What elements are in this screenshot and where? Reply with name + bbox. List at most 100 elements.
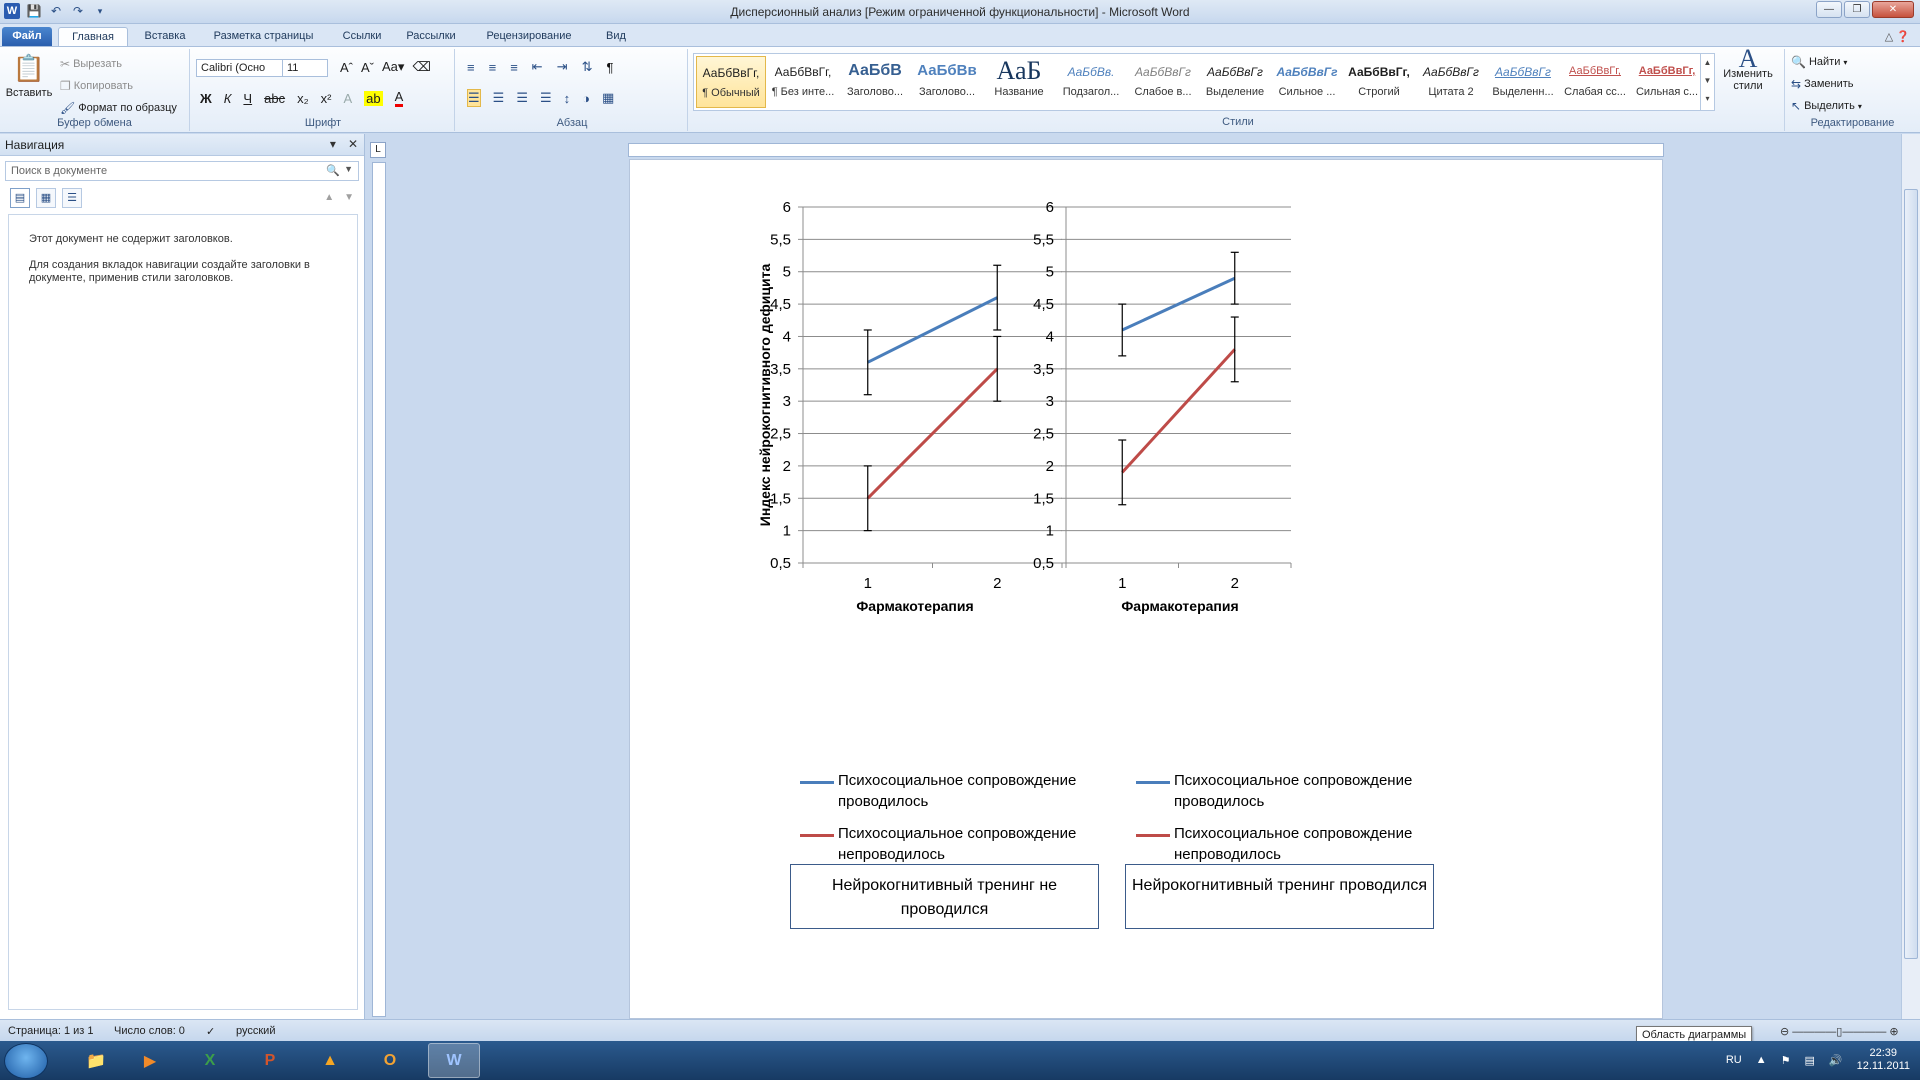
powerpoint-taskbar-icon[interactable]: P	[244, 1043, 296, 1078]
language-indicator[interactable]: русский	[236, 1025, 275, 1037]
results-view-icon[interactable]: ☰	[62, 188, 82, 208]
search-icon[interactable]: 🔍	[326, 164, 340, 177]
strikethrough-icon[interactable]: abc	[264, 91, 285, 106]
font-color-icon[interactable]: A	[394, 89, 404, 107]
subscript-icon[interactable]: x₂	[297, 91, 309, 106]
page-count[interactable]: Страница: 1 из 1	[8, 1025, 94, 1037]
language-bar[interactable]: RU	[1726, 1054, 1742, 1066]
change-styles-button[interactable]: A Изменить стили	[1720, 46, 1776, 93]
style-heading2[interactable]: АаБбВв Заголово...	[912, 56, 982, 108]
scroll-thumb[interactable]	[1904, 189, 1918, 959]
pane-close-icon[interactable]: ✕	[348, 137, 358, 151]
decrease-indent-icon[interactable]: ⇤	[532, 59, 543, 75]
align-right-icon[interactable]: ☰	[516, 90, 528, 106]
font-size-select[interactable]: 11	[282, 59, 328, 77]
app-taskbar-icon[interactable]: ▲	[304, 1043, 356, 1078]
prev-arrow-icon[interactable]: ▲	[324, 192, 334, 203]
explorer-taskbar-icon[interactable]: 📁	[70, 1043, 122, 1078]
volume-icon[interactable]: 🔊	[1829, 1054, 1843, 1067]
style-subtle-reference[interactable]: АаБбВвГг, Слабая сс...	[1560, 56, 1630, 108]
find-button[interactable]: 🔍 Найти ▾	[1791, 55, 1847, 69]
tab-home[interactable]: Главная	[58, 27, 128, 46]
document-page[interactable]: 0,5 1 1,5 2 2,5 3 3,5 4 4,5 5 5,5 6 1 2 Фармакотерапия…	[629, 159, 1663, 1019]
pane-menu-icon[interactable]: ▾	[330, 137, 336, 151]
grow-font-icon[interactable]: Aˆ	[340, 60, 353, 75]
zoom-slider[interactable]: ⊖ ————▯———— ⊕	[1780, 1025, 1899, 1038]
shading-icon[interactable]: ◑	[582, 91, 590, 106]
search-options-icon[interactable]: ▼	[344, 164, 353, 174]
multilevel-icon[interactable]: ≡	[510, 60, 518, 75]
superscript-icon[interactable]: x²	[321, 91, 332, 106]
tab-selector[interactable]: L	[370, 142, 386, 158]
increase-indent-icon[interactable]: ⇥	[557, 59, 568, 75]
help-icon[interactable]: △ ❓	[1885, 30, 1910, 43]
tab-file[interactable]: Файл	[2, 27, 52, 46]
style-normal[interactable]: АаБбВвГг, ¶ Обычный	[696, 56, 766, 108]
align-left-icon[interactable]: ☰	[467, 89, 481, 107]
tab-references[interactable]: Ссылки	[337, 27, 387, 46]
style-subtle-emphasis[interactable]: АаБбВвГг Слабое в...	[1128, 56, 1198, 108]
outlook-taskbar-icon[interactable]: O	[364, 1043, 416, 1078]
bullets-icon[interactable]: ≡	[467, 60, 475, 75]
style-heading1[interactable]: АаБбВ Заголово...	[840, 56, 910, 108]
text-effects-icon[interactable]: A	[343, 91, 352, 106]
style-subtitle[interactable]: АаБбВв. Подзагол...	[1056, 56, 1126, 108]
bold-icon[interactable]: Ж	[200, 91, 212, 106]
format-painter-button[interactable]: 🖌 Формат по образцу	[60, 101, 177, 115]
document-search-input[interactable]: Поиск в документе 🔍 ▼	[5, 161, 359, 181]
tab-page-layout[interactable]: Разметка страницы	[206, 27, 321, 46]
align-center-icon[interactable]: ☰	[493, 90, 505, 106]
style-intense-quote[interactable]: АаБбВвГг Выделенн...	[1488, 56, 1558, 108]
vertical-ruler[interactable]	[372, 162, 386, 1017]
line-spacing-icon[interactable]: ↕	[564, 91, 571, 106]
select-button[interactable]: ↖ Выделить ▾	[1791, 99, 1862, 113]
tab-insert[interactable]: Вставка	[140, 27, 190, 46]
change-case-icon[interactable]: Aa▾	[382, 59, 404, 75]
maximize-button[interactable]: ❐	[1844, 1, 1870, 18]
excel-taskbar-icon[interactable]: X	[184, 1043, 236, 1078]
pilcrow-icon[interactable]: ¶	[607, 60, 614, 75]
close-button[interactable]: ✕	[1872, 1, 1914, 18]
horizontal-ruler[interactable]	[628, 143, 1664, 157]
tab-view[interactable]: Вид	[597, 27, 635, 46]
word-count[interactable]: Число слов: 0	[114, 1025, 185, 1037]
vertical-scrollbar[interactable]	[1901, 134, 1920, 1019]
word-taskbar-icon[interactable]: W	[428, 1043, 480, 1078]
tab-review[interactable]: Рецензирование	[479, 27, 579, 46]
style-intense-emphasis[interactable]: АаБбВвГг Сильное ...	[1272, 56, 1342, 108]
justify-icon[interactable]: ☰	[540, 90, 552, 106]
borders-icon[interactable]: ▦	[602, 90, 614, 106]
proofing-icon[interactable]: ✓	[206, 1025, 215, 1038]
pages-view-icon[interactable]: ▦	[36, 188, 56, 208]
flag-icon[interactable]: ⚑	[1781, 1054, 1791, 1067]
style-title[interactable]: АаБ Название	[984, 56, 1054, 108]
network-icon[interactable]: ▤	[1804, 1054, 1814, 1067]
style-intense-reference[interactable]: АаБбВвГг, Сильная с...	[1632, 56, 1702, 108]
show-hidden-icons[interactable]: ▲	[1756, 1054, 1767, 1066]
media-player-taskbar-icon[interactable]: ▶	[124, 1043, 176, 1078]
highlight-icon[interactable]: ab	[364, 90, 383, 106]
clock[interactable]: 22:39 12.11.2011	[1857, 1047, 1910, 1073]
copy-button[interactable]: ❐ Копировать	[60, 79, 133, 93]
style-no-spacing[interactable]: АаБбВвГг, ¶ Без инте...	[768, 56, 838, 108]
font-name-select[interactable]: Calibri (Осно	[196, 59, 284, 77]
clear-format-icon[interactable]: ⌫	[412, 59, 430, 75]
headings-view-icon[interactable]: ▤	[10, 188, 30, 208]
next-arrow-icon[interactable]: ▼	[344, 192, 354, 203]
sort-icon[interactable]: ⇅	[582, 59, 593, 75]
paste-button[interactable]: 📋 Вставить	[6, 53, 53, 99]
styles-scroll[interactable]: ▲ ▼ ▾	[1700, 54, 1714, 110]
underline-icon[interactable]: Ч	[243, 91, 252, 106]
replace-button[interactable]: ⇆ Заменить	[1791, 77, 1854, 91]
style-strong[interactable]: АаБбВвГг, Строгий	[1344, 56, 1414, 108]
minimize-button[interactable]: —	[1816, 1, 1842, 18]
caption-box-left[interactable]: Нейрокогнитивный тренинг не проводился	[790, 864, 1099, 929]
caption-box-right[interactable]: Нейрокогнитивный тренинг проводился	[1125, 864, 1434, 929]
cut-button[interactable]: ✂ Вырезать	[60, 57, 122, 71]
shrink-font-icon[interactable]: Aˇ	[361, 60, 374, 75]
style-emphasis[interactable]: АаБбВвГг Выделение	[1200, 56, 1270, 108]
numbering-icon[interactable]: ≡	[489, 60, 497, 75]
tab-mailings[interactable]: Рассылки	[401, 27, 461, 46]
italic-icon[interactable]: К	[224, 91, 232, 106]
style-quote2[interactable]: АаБбВвГг Цитата 2	[1416, 56, 1486, 108]
